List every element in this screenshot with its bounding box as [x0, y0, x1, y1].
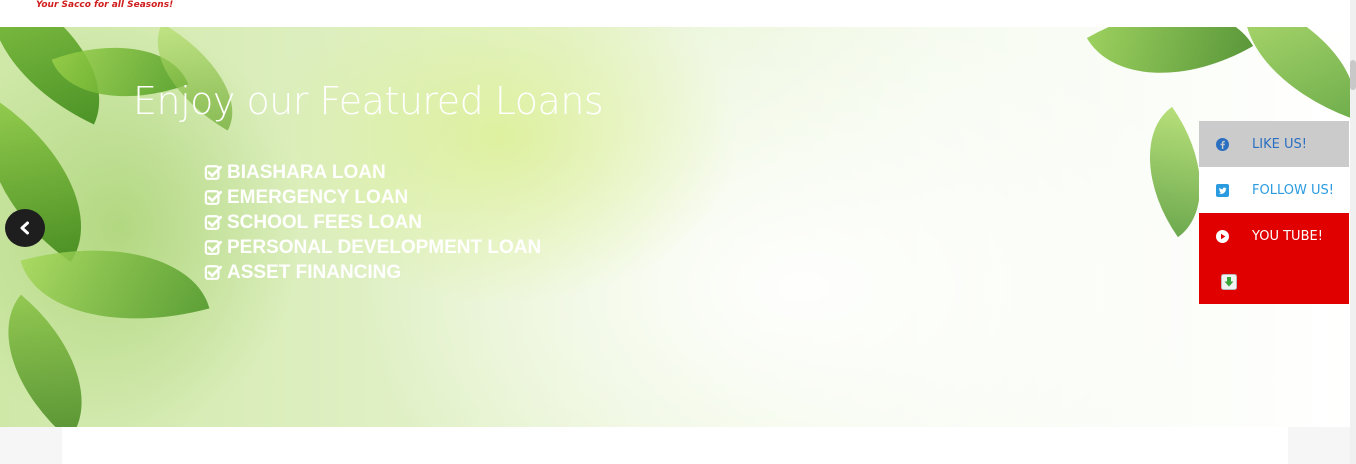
- loan-label: ASSET FINANCING: [227, 261, 402, 283]
- page-scrollbar[interactable]: [1350, 0, 1356, 464]
- check-square-icon: [204, 164, 223, 180]
- list-item: ASSET FINANCING: [204, 260, 541, 285]
- leaf-decoration: [1086, 27, 1254, 116]
- scrollbar-thumb[interactable]: [1350, 60, 1356, 90]
- check-square-icon: [204, 189, 223, 205]
- hero-slider: Enjoy our Featured Loans BIASHARA LOAN E…: [0, 27, 1350, 427]
- facebook-icon: [1216, 137, 1229, 151]
- loan-label: PERSONAL DEVELOPMENT LOAN: [227, 236, 542, 258]
- featured-loans-list: BIASHARA LOAN EMERGENCY LOAN SCHOOL FEES…: [204, 160, 541, 285]
- top-header: Your Sacco for all Seasons!: [0, 0, 1350, 28]
- youtube-play-icon: [1216, 229, 1229, 243]
- twitter-icon: [1216, 183, 1229, 197]
- check-square-icon: [204, 214, 223, 230]
- check-square-icon: [204, 264, 223, 280]
- youtube-link[interactable]: YOU TUBE!: [1199, 213, 1349, 259]
- facebook-label: LIKE US!: [1252, 136, 1307, 152]
- facebook-link[interactable]: LIKE US!: [1199, 121, 1349, 167]
- list-item: SCHOOL FEES LOAN: [204, 210, 541, 235]
- hero-title: Enjoy our Featured Loans: [133, 79, 604, 123]
- social-sidebar: LIKE US! FOLLOW US! YOU TUBE!: [1199, 121, 1349, 304]
- list-item: PERSONAL DEVELOPMENT LOAN: [204, 235, 541, 260]
- list-item: EMERGENCY LOAN: [204, 185, 541, 210]
- twitter-link[interactable]: FOLLOW US!: [1199, 167, 1349, 213]
- loan-label: SCHOOL FEES LOAN: [227, 211, 422, 233]
- download-icon: [1221, 273, 1237, 290]
- twitter-label: FOLLOW US!: [1252, 182, 1334, 198]
- loan-label: EMERGENCY LOAN: [227, 186, 409, 208]
- site-tagline: Your Sacco for all Seasons!: [36, 0, 174, 10]
- content-panel: [62, 427, 1288, 464]
- loan-label: BIASHARA LOAN: [227, 161, 386, 183]
- slider-prev-button[interactable]: [5, 209, 45, 247]
- list-item: BIASHARA LOAN: [204, 160, 541, 185]
- check-square-icon: [204, 239, 223, 255]
- download-link[interactable]: [1199, 259, 1349, 304]
- chevron-left-icon: [20, 221, 29, 235]
- youtube-label: YOU TUBE!: [1252, 228, 1323, 244]
